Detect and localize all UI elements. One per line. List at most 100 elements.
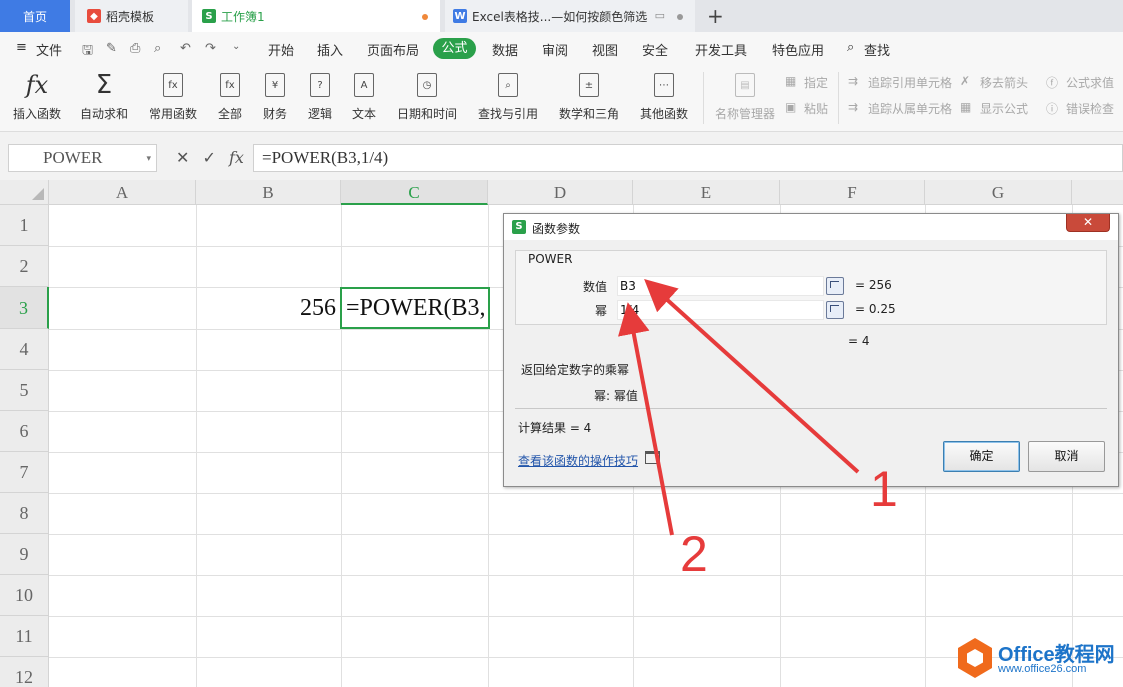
finance-button[interactable]: ¥ 财务 [257, 70, 293, 122]
tab-excel-doc[interactable]: W Excel表格技...—如何按颜色筛选 ▭ [445, 0, 695, 32]
column-header-e[interactable]: E [633, 180, 780, 205]
save-icon[interactable]: 🖫 [82, 41, 93, 63]
menu-file[interactable]: 文件 [36, 40, 62, 59]
arg-number-input[interactable]: B3 [617, 276, 824, 296]
row-header-2[interactable]: 2 [0, 246, 49, 287]
search-icon[interactable]: ⌕ [847, 40, 854, 55]
menu-view[interactable]: 视图 [592, 40, 618, 59]
arg-power-input[interactable]: 1/4 [617, 300, 824, 320]
format-painter-icon[interactable]: ✎ [106, 41, 117, 56]
autosum-button[interactable]: Σ 自动求和 [74, 70, 134, 122]
remove-arrows-button[interactable]: 移去箭头 [980, 74, 1028, 91]
column-header-g[interactable]: G [925, 180, 1072, 205]
error-check-icon[interactable]: ⓘ [1046, 100, 1058, 117]
chevron-down-icon[interactable]: ▾ [146, 145, 151, 171]
external-window-icon[interactable] [645, 451, 660, 464]
row-header-8[interactable]: 8 [0, 493, 49, 534]
tab-home[interactable]: 首页 [0, 0, 70, 32]
row-header-4[interactable]: 4 [0, 329, 49, 370]
specify-icon[interactable]: ▦ [785, 74, 796, 88]
cell-c3-active[interactable]: =POWER(B3, 1 [340, 287, 490, 329]
trace-dependents-button[interactable]: 追踪从属单元格 [868, 100, 952, 117]
trace-dependents-icon[interactable]: ⇉ [848, 100, 858, 114]
question-icon: ? [310, 73, 330, 97]
row-header-9[interactable]: 9 [0, 534, 49, 575]
column-header-b[interactable]: B [196, 180, 341, 205]
row-header-6[interactable]: 6 [0, 411, 49, 452]
menu-formula[interactable]: 公式 [433, 38, 476, 59]
row-header-11[interactable]: 11 [0, 616, 49, 657]
row-header-12[interactable]: 12 [0, 657, 49, 687]
help-link[interactable]: 查看该函数的操作技巧 [518, 452, 638, 469]
function-name: POWER [528, 252, 573, 266]
show-formulas-icon[interactable]: ▦ [960, 100, 971, 114]
column-header-c[interactable]: C [341, 180, 488, 205]
cell-b3[interactable]: 256 [196, 288, 340, 328]
evaluate-formula-button[interactable]: 公式求值 [1066, 74, 1114, 91]
arg-power-result: = 0.25 [855, 302, 896, 316]
menu-page-layout[interactable]: 页面布局 [367, 40, 419, 59]
cancel-button[interactable]: 取消 [1028, 441, 1105, 472]
print-preview-icon[interactable]: ⌕ [154, 41, 161, 56]
name-manager-button[interactable]: ▤ 名称管理器 [712, 70, 778, 122]
redo-icon[interactable]: ↷ [205, 41, 216, 56]
specify-button[interactable]: 指定 [804, 74, 828, 91]
name-box[interactable]: POWER ▾ [8, 144, 157, 172]
menu-review[interactable]: 审阅 [542, 40, 568, 59]
insert-function-button[interactable]: fx 插入函数 [10, 70, 64, 122]
show-formulas-button[interactable]: 显示公式 [980, 100, 1028, 117]
column-header-f[interactable]: F [780, 180, 925, 205]
collapse-dialog-icon[interactable] [826, 277, 844, 295]
new-tab-button[interactable]: + [707, 4, 724, 28]
lookup-button[interactable]: ⌕ 查找与引用 [472, 70, 544, 122]
text-functions-button[interactable]: A 文本 [346, 70, 382, 122]
column-header-a[interactable]: A [49, 180, 196, 205]
other-functions-button[interactable]: ⋯ 其他函数 [634, 70, 694, 122]
close-button[interactable]: ✕ [1066, 214, 1110, 232]
row-header-1[interactable]: 1 [0, 205, 49, 246]
error-check-button[interactable]: 错误检查 [1066, 100, 1114, 117]
print-icon[interactable]: ⎙ [130, 41, 140, 56]
row-header-10[interactable]: 10 [0, 575, 49, 616]
name-box-value: POWER [43, 148, 103, 167]
row-header-7[interactable]: 7 [0, 452, 49, 493]
menu-insert[interactable]: 插入 [317, 40, 343, 59]
fx-button-icon[interactable]: fx [229, 148, 244, 167]
menu-data[interactable]: 数据 [492, 40, 518, 59]
formula-input[interactable]: =POWER(B3,1/4) [253, 144, 1123, 172]
column-header-h[interactable] [1072, 180, 1123, 205]
math-button[interactable]: ± 数学和三角 [553, 70, 625, 122]
menu-dev-tools[interactable]: 开发工具 [695, 40, 747, 59]
row-header-5[interactable]: 5 [0, 370, 49, 411]
all-functions-button[interactable]: fx 全部 [212, 70, 248, 122]
office-logo-icon [958, 638, 992, 678]
remove-arrows-icon[interactable]: ✗ [960, 74, 970, 88]
ok-button[interactable]: 确定 [943, 441, 1020, 472]
menu-features[interactable]: 特色应用 [772, 40, 824, 59]
fx-icon: fx [25, 71, 49, 99]
datetime-button[interactable]: ◷ 日期和时间 [391, 70, 463, 122]
tab-template[interactable]: ◆ 稻壳模板 [75, 0, 188, 32]
dialog-title-bar[interactable]: S 函数参数 ✕ [504, 214, 1118, 240]
logic-button[interactable]: ? 逻辑 [302, 70, 338, 122]
paste-icon[interactable]: ▣ [785, 100, 796, 114]
quick-access-dropdown-icon[interactable]: ⌄ [232, 41, 240, 52]
trace-precedents-button[interactable]: 追踪引用单元格 [868, 74, 952, 91]
select-all-corner[interactable] [0, 180, 49, 205]
common-functions-button[interactable]: fx 常用函数 [143, 70, 203, 122]
undo-icon[interactable]: ↶ [180, 41, 191, 56]
confirm-formula-icon[interactable]: ✓ [203, 148, 216, 167]
menu-security[interactable]: 安全 [642, 40, 668, 59]
paste-button[interactable]: 粘贴 [804, 100, 828, 117]
collapse-dialog-icon[interactable] [826, 301, 844, 319]
menu-search[interactable]: 查找 [864, 40, 890, 59]
grid-line [196, 205, 197, 687]
cancel-formula-icon[interactable]: ✕ [176, 148, 189, 167]
menu-start[interactable]: 开始 [268, 40, 294, 59]
hamburger-icon[interactable]: ≡ [16, 40, 27, 55]
evaluate-icon[interactable]: ⓕ [1046, 74, 1058, 91]
trace-precedents-icon[interactable]: ⇉ [848, 74, 858, 88]
tab-workbook[interactable]: S 工作簿1 [192, 0, 440, 32]
column-header-d[interactable]: D [488, 180, 633, 205]
row-header-3[interactable]: 3 [0, 287, 49, 329]
